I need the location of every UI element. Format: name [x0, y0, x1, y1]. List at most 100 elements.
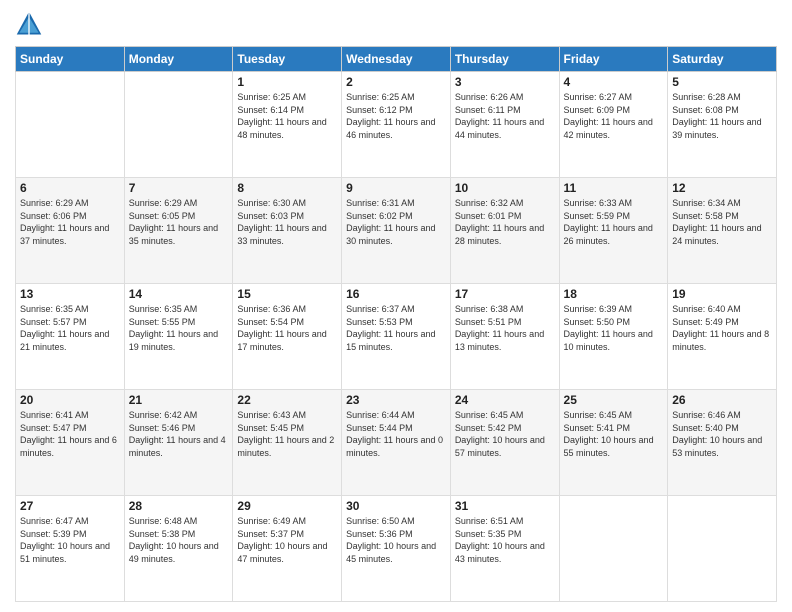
day-header-wednesday: Wednesday	[342, 47, 451, 72]
day-number: 12	[672, 181, 772, 195]
cell-info: Sunrise: 6:43 AMSunset: 5:45 PMDaylight:…	[237, 409, 337, 459]
calendar-cell: 14 Sunrise: 6:35 AMSunset: 5:55 PMDayligh…	[124, 284, 233, 390]
day-number: 21	[129, 393, 229, 407]
day-number: 4	[564, 75, 664, 89]
day-header-friday: Friday	[559, 47, 668, 72]
day-header-thursday: Thursday	[450, 47, 559, 72]
day-number: 14	[129, 287, 229, 301]
calendar-cell: 22 Sunrise: 6:43 AMSunset: 5:45 PMDayligh…	[233, 390, 342, 496]
cell-info: Sunrise: 6:29 AMSunset: 6:05 PMDaylight:…	[129, 197, 229, 247]
day-number: 2	[346, 75, 446, 89]
calendar-cell: 19 Sunrise: 6:40 AMSunset: 5:49 PMDayligh…	[668, 284, 777, 390]
day-number: 1	[237, 75, 337, 89]
day-header-monday: Monday	[124, 47, 233, 72]
day-number: 18	[564, 287, 664, 301]
day-number: 25	[564, 393, 664, 407]
calendar-week-row: 20 Sunrise: 6:41 AMSunset: 5:47 PMDayligh…	[16, 390, 777, 496]
cell-info: Sunrise: 6:51 AMSunset: 5:35 PMDaylight:…	[455, 515, 555, 565]
cell-info: Sunrise: 6:33 AMSunset: 5:59 PMDaylight:…	[564, 197, 664, 247]
day-number: 5	[672, 75, 772, 89]
calendar-week-row: 6Sunrise: 6:29 AMSunset: 6:06 PMDaylight…	[16, 178, 777, 284]
cell-info: Sunrise: 6:28 AMSunset: 6:08 PMDaylight:…	[672, 91, 772, 141]
cell-info: Sunrise: 6:49 AMSunset: 5:37 PMDaylight:…	[237, 515, 337, 565]
day-number: 6	[20, 181, 120, 195]
cell-info: Sunrise: 6:50 AMSunset: 5:36 PMDaylight:…	[346, 515, 446, 565]
page: SundayMondayTuesdayWednesdayThursdayFrid…	[0, 0, 792, 612]
calendar-cell	[559, 496, 668, 602]
cell-info: Sunrise: 6:39 AMSunset: 5:50 PMDaylight:…	[564, 303, 664, 353]
cell-info: Sunrise: 6:37 AMSunset: 5:53 PMDaylight:…	[346, 303, 446, 353]
calendar-cell: 24 Sunrise: 6:45 AMSunset: 5:42 PMDayligh…	[450, 390, 559, 496]
day-number: 17	[455, 287, 555, 301]
calendar-week-row: 1 Sunrise: 6:25 AMSunset: 6:14 PMDaylight…	[16, 72, 777, 178]
day-number: 10	[455, 181, 555, 195]
calendar-cell: 25 Sunrise: 6:45 AMSunset: 5:41 PMDayligh…	[559, 390, 668, 496]
day-number: 9	[346, 181, 446, 195]
calendar-cell: 16Sunrise: 6:37 AMSunset: 5:53 PMDayligh…	[342, 284, 451, 390]
calendar-cell: 11 Sunrise: 6:33 AMSunset: 5:59 PMDayligh…	[559, 178, 668, 284]
cell-info: Sunrise: 6:26 AMSunset: 6:11 PMDaylight:…	[455, 91, 555, 141]
day-number: 15	[237, 287, 337, 301]
day-header-tuesday: Tuesday	[233, 47, 342, 72]
calendar-cell: 20 Sunrise: 6:41 AMSunset: 5:47 PMDayligh…	[16, 390, 125, 496]
cell-info: Sunrise: 6:46 AMSunset: 5:40 PMDaylight:…	[672, 409, 772, 459]
calendar-cell: 31 Sunrise: 6:51 AMSunset: 5:35 PMDayligh…	[450, 496, 559, 602]
cell-info: Sunrise: 6:40 AMSunset: 5:49 PMDaylight:…	[672, 303, 772, 353]
day-number: 28	[129, 499, 229, 513]
logo-icon	[15, 10, 43, 38]
cell-info: Sunrise: 6:35 AMSunset: 5:55 PMDaylight:…	[129, 303, 229, 353]
calendar-cell: 12 Sunrise: 6:34 AMSunset: 5:58 PMDayligh…	[668, 178, 777, 284]
calendar-week-row: 27Sunrise: 6:47 AMSunset: 5:39 PMDayligh…	[16, 496, 777, 602]
day-number: 7	[129, 181, 229, 195]
calendar-cell: 15 Sunrise: 6:36 AMSunset: 5:54 PMDayligh…	[233, 284, 342, 390]
calendar-week-row: 13 Sunrise: 6:35 AMSunset: 5:57 PMDayligh…	[16, 284, 777, 390]
cell-info: Sunrise: 6:45 AMSunset: 5:42 PMDaylight:…	[455, 409, 555, 459]
calendar-cell: 8 Sunrise: 6:30 AMSunset: 6:03 PMDaylight…	[233, 178, 342, 284]
cell-info: Sunrise: 6:32 AMSunset: 6:01 PMDaylight:…	[455, 197, 555, 247]
calendar-table: SundayMondayTuesdayWednesdayThursdayFrid…	[15, 46, 777, 602]
calendar-cell	[124, 72, 233, 178]
day-number: 19	[672, 287, 772, 301]
calendar-cell: 30 Sunrise: 6:50 AMSunset: 5:36 PMDayligh…	[342, 496, 451, 602]
day-number: 11	[564, 181, 664, 195]
day-number: 22	[237, 393, 337, 407]
calendar-cell: 6Sunrise: 6:29 AMSunset: 6:06 PMDaylight…	[16, 178, 125, 284]
cell-info: Sunrise: 6:35 AMSunset: 5:57 PMDaylight:…	[20, 303, 120, 353]
calendar-cell: 3Sunrise: 6:26 AMSunset: 6:11 PMDaylight…	[450, 72, 559, 178]
cell-info: Sunrise: 6:48 AMSunset: 5:38 PMDaylight:…	[129, 515, 229, 565]
day-number: 26	[672, 393, 772, 407]
cell-info: Sunrise: 6:27 AMSunset: 6:09 PMDaylight:…	[564, 91, 664, 141]
day-number: 8	[237, 181, 337, 195]
day-header-sunday: Sunday	[16, 47, 125, 72]
cell-info: Sunrise: 6:25 AMSunset: 6:12 PMDaylight:…	[346, 91, 446, 141]
day-number: 13	[20, 287, 120, 301]
calendar-header-row: SundayMondayTuesdayWednesdayThursdayFrid…	[16, 47, 777, 72]
cell-info: Sunrise: 6:36 AMSunset: 5:54 PMDaylight:…	[237, 303, 337, 353]
calendar-cell: 26 Sunrise: 6:46 AMSunset: 5:40 PMDayligh…	[668, 390, 777, 496]
cell-info: Sunrise: 6:25 AMSunset: 6:14 PMDaylight:…	[237, 91, 337, 141]
cell-info: Sunrise: 6:47 AMSunset: 5:39 PMDaylight:…	[20, 515, 120, 565]
header	[15, 10, 777, 38]
calendar-cell: 28 Sunrise: 6:48 AMSunset: 5:38 PMDayligh…	[124, 496, 233, 602]
cell-info: Sunrise: 6:30 AMSunset: 6:03 PMDaylight:…	[237, 197, 337, 247]
logo	[15, 10, 47, 38]
calendar-cell: 27Sunrise: 6:47 AMSunset: 5:39 PMDayligh…	[16, 496, 125, 602]
calendar-cell: 4 Sunrise: 6:27 AMSunset: 6:09 PMDaylight…	[559, 72, 668, 178]
day-number: 29	[237, 499, 337, 513]
cell-info: Sunrise: 6:42 AMSunset: 5:46 PMDaylight:…	[129, 409, 229, 459]
calendar-cell: 23Sunrise: 6:44 AMSunset: 5:44 PMDayligh…	[342, 390, 451, 496]
calendar-cell: 9Sunrise: 6:31 AMSunset: 6:02 PMDaylight…	[342, 178, 451, 284]
calendar-cell: 13 Sunrise: 6:35 AMSunset: 5:57 PMDayligh…	[16, 284, 125, 390]
cell-info: Sunrise: 6:45 AMSunset: 5:41 PMDaylight:…	[564, 409, 664, 459]
calendar-cell: 2 Sunrise: 6:25 AMSunset: 6:12 PMDaylight…	[342, 72, 451, 178]
calendar-cell: 17Sunrise: 6:38 AMSunset: 5:51 PMDayligh…	[450, 284, 559, 390]
day-header-saturday: Saturday	[668, 47, 777, 72]
day-number: 30	[346, 499, 446, 513]
calendar-cell: 7 Sunrise: 6:29 AMSunset: 6:05 PMDaylight…	[124, 178, 233, 284]
day-number: 20	[20, 393, 120, 407]
day-number: 31	[455, 499, 555, 513]
day-number: 24	[455, 393, 555, 407]
cell-info: Sunrise: 6:41 AMSunset: 5:47 PMDaylight:…	[20, 409, 120, 459]
cell-info: Sunrise: 6:34 AMSunset: 5:58 PMDaylight:…	[672, 197, 772, 247]
calendar-cell: 5 Sunrise: 6:28 AMSunset: 6:08 PMDaylight…	[668, 72, 777, 178]
